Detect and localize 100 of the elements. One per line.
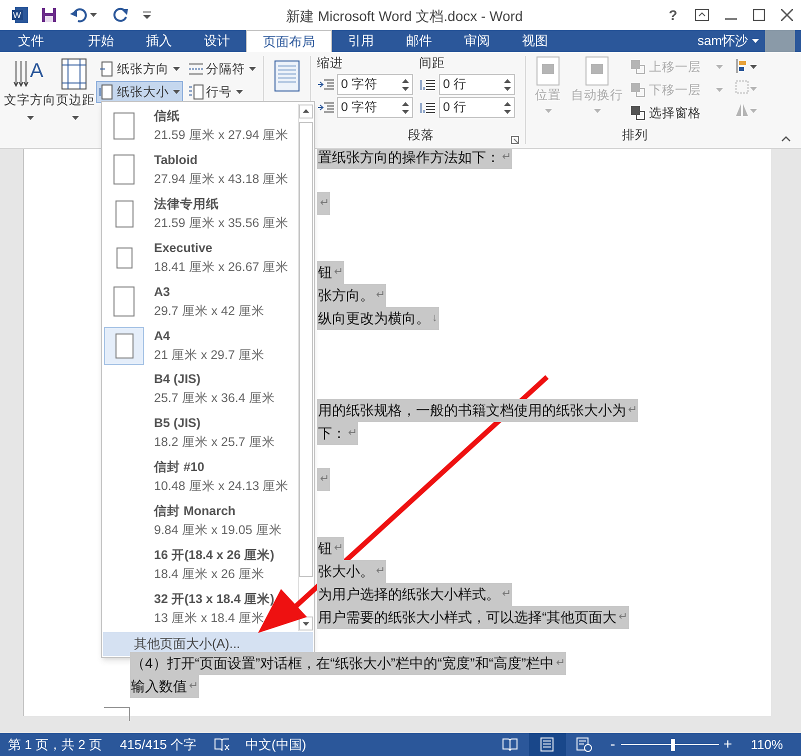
document-text: 下： — [318, 424, 346, 443]
paragraph-mark: ↵ — [189, 679, 198, 694]
ribbon-display-icon[interactable] — [695, 9, 709, 21]
word-count[interactable]: 415/415 个字 — [120, 734, 197, 754]
user-name[interactable]: sam怀沙 — [697, 31, 748, 51]
paper-size-item[interactable]: 32 开(13 x 18.4 厘米) 13 厘米 x 18.4 厘米 — [102, 587, 298, 632]
scrollbar[interactable] — [298, 104, 313, 631]
document-text: 张大小。 — [318, 562, 374, 581]
paper-dimensions: 21.59 厘米 x 27.94 厘米 — [154, 126, 289, 144]
paper-dimensions: 21 厘米 x 29.7 厘米 — [154, 346, 264, 364]
caret-icon — [72, 116, 79, 120]
paper-size-item[interactable]: Tabloid 27.94 厘米 x 43.18 厘米 — [102, 148, 298, 192]
paper-dimensions: 27.94 厘米 x 43.18 厘米 — [154, 170, 289, 188]
paper-size-item[interactable]: A4 21 厘米 x 29.7 厘米 — [102, 324, 298, 368]
caret-icon — [752, 39, 759, 43]
paper-dimensions: 25.7 厘米 x 36.4 厘米 — [154, 390, 275, 408]
page-icon — [113, 286, 135, 318]
print-layout-button[interactable] — [528, 733, 566, 756]
ribbon-button[interactable]: 纸张方向 — [96, 58, 183, 80]
scroll-down-icon[interactable] — [299, 616, 313, 631]
paper-name: B4 (JIS) — [154, 371, 202, 388]
zoom-in-button[interactable]: + — [722, 733, 733, 756]
paper-name: 信封 Monarch — [154, 503, 237, 520]
maximize-icon[interactable] — [753, 9, 765, 21]
paper-size-item[interactable]: 信纸 21.59 厘米 x 27.94 厘米 — [102, 104, 298, 148]
ribbon-button[interactable]: 行号 — [185, 81, 259, 103]
scroll-thumb[interactable] — [299, 122, 313, 577]
ribbon-button[interactable]: 分隔符 — [185, 58, 259, 80]
document-text: （4）打开“页面设置”对话框，在“纸张大小”栏中的“宽度”和“高度”栏中 — [131, 654, 554, 673]
paper-size-item[interactable]: 信封 #10 10.48 厘米 x 24.13 厘米 — [102, 455, 298, 500]
group-label: 段落 — [408, 127, 434, 144]
caret-icon — [716, 65, 723, 69]
ribbon-button[interactable]: 页边距 — [56, 57, 95, 141]
customize-icon[interactable] — [143, 11, 151, 19]
paragraph-mark: ↵ — [376, 288, 385, 304]
paper-name: 法律专用纸 — [154, 196, 220, 213]
page-count[interactable]: 第 1 页，共 2 页 — [8, 734, 102, 754]
paper-size-item[interactable]: Executive 18.41 厘米 x 26.67 厘米 — [102, 236, 298, 280]
ribbon-button[interactable]: 纸张大小 — [96, 81, 183, 103]
zoom-level[interactable]: 110% — [750, 734, 783, 754]
undo-icon[interactable] — [70, 7, 88, 23]
page-icon — [116, 246, 132, 269]
dialog-launcher-icon[interactable] — [511, 136, 519, 144]
help-button[interactable]: ? — [667, 4, 679, 26]
paper-name: Executive — [154, 240, 214, 257]
ribbon-tab[interactable]: 邮件 — [390, 30, 448, 52]
paper-name: 信纸 — [154, 108, 181, 125]
paper-dimensions: 9.84 厘米 x 19.05 厘米 — [154, 522, 282, 540]
document-text: 为用户选择的纸张大小样式。 — [318, 585, 500, 604]
ribbon-tab[interactable]: 视图 — [506, 30, 564, 52]
paper-dimensions: 21.59 厘米 x 35.56 厘米 — [154, 214, 289, 232]
paper-size-item[interactable]: A3 29.7 厘米 x 42 厘米 — [102, 280, 298, 324]
spin-field[interactable]: 0 行 — [439, 74, 515, 95]
paper-size-item[interactable]: B4 (JIS) 25.7 厘米 x 36.4 厘米 — [102, 368, 298, 412]
bring-forward-icon — [630, 59, 646, 75]
paragraph-mark: ↵ — [628, 403, 637, 418]
language-indicator[interactable]: 中文(中国) — [246, 734, 306, 754]
caret-icon — [173, 90, 180, 94]
zoom-thumb[interactable] — [670, 738, 675, 750]
zoom-slider[interactable] — [620, 738, 719, 750]
ribbon-button[interactable]: 选择窗格 — [630, 102, 723, 124]
file-tab[interactable]: 文件 — [0, 30, 62, 52]
spin-field[interactable]: 0 字符 — [337, 74, 413, 95]
spin-field[interactable]: 0 字符 — [337, 97, 413, 118]
group-label: 间距 — [419, 55, 445, 72]
document-text: 用户需要的纸张大小样式，可以选择“其他页面大 — [318, 608, 617, 627]
ribbon-tab[interactable]: 审阅 — [448, 30, 506, 52]
document-text: 置纸张方向的操作方法如下： — [318, 149, 500, 167]
ribbon-tab[interactable]: 开始 — [72, 30, 130, 52]
book-icon — [502, 737, 518, 752]
paper-dimensions: 18.4 厘米 x 26 厘米 — [154, 566, 266, 584]
zoom-out-button[interactable]: - — [608, 733, 617, 756]
ribbon-tab[interactable]: 页面布局 — [246, 30, 332, 52]
spinner-arrows-icon[interactable] — [402, 78, 409, 92]
paper-size-item[interactable]: 法律专用纸 21.59 厘米 x 35.56 厘米 — [102, 192, 298, 236]
close-icon[interactable] — [781, 9, 793, 21]
spinner-arrows-icon[interactable] — [504, 100, 511, 114]
align-icon[interactable] — [735, 58, 757, 74]
save-icon[interactable] — [41, 7, 57, 23]
ribbon-tab[interactable]: 引用 — [332, 30, 390, 52]
scroll-up-icon[interactable] — [299, 104, 313, 119]
proofing-icon[interactable] — [214, 738, 230, 752]
redo-icon[interactable] — [113, 7, 129, 23]
spinner-arrows-icon[interactable] — [504, 78, 511, 92]
collapse-ribbon-icon[interactable] — [781, 136, 791, 142]
paper-name: B5 (JIS) — [154, 415, 202, 432]
paper-size-item[interactable]: 16 开(18.4 x 26 厘米) 18.4 厘米 x 26 厘米 — [102, 543, 298, 588]
ribbon-button[interactable]: A 文字方向 — [4, 57, 56, 141]
indent-icon — [317, 78, 334, 92]
paper-size-item[interactable]: B5 (JIS) 18.2 厘米 x 25.7 厘米 — [102, 411, 298, 456]
paper-name: A3 — [154, 284, 171, 301]
paper-size-item[interactable]: 信封 Monarch 9.84 厘米 x 19.05 厘米 — [102, 499, 298, 544]
caret-icon — [236, 90, 243, 94]
position-icon — [535, 56, 561, 86]
spin-field[interactable]: 0 行 — [439, 97, 515, 118]
ribbon-tab[interactable]: 设计 — [188, 30, 246, 52]
caret-icon — [716, 88, 723, 92]
spinner-arrows-icon[interactable] — [402, 100, 409, 114]
ribbon-tab[interactable]: 插入 — [130, 30, 188, 52]
document-text: 用的纸张规格，一般的书籍文档使用的纸张大小为 — [318, 401, 626, 420]
